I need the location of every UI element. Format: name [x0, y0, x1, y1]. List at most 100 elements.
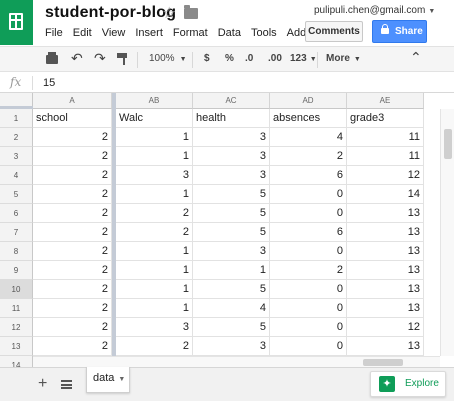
col-header-ae[interactable]: AE: [347, 93, 424, 109]
menu-edit[interactable]: Edit: [73, 27, 92, 39]
menu-view[interactable]: View: [102, 27, 126, 39]
cell-school[interactable]: 2: [33, 242, 112, 261]
cell-school[interactable]: 2: [33, 299, 112, 318]
more-formats-button[interactable]: 123 ▼: [290, 53, 317, 64]
cell-absences[interactable]: 0: [270, 337, 347, 356]
cell-health[interactable]: 3: [193, 128, 270, 147]
explore-button[interactable]: ✦ Explore: [370, 371, 446, 397]
menu-addons[interactable]: Add: [287, 27, 307, 39]
folder-icon[interactable]: [184, 5, 198, 19]
row-header[interactable]: 11: [0, 299, 33, 318]
account-menu[interactable]: pulipuli.chen@gmail.com ▼: [314, 5, 435, 16]
cell-health[interactable]: 5: [193, 280, 270, 299]
cell-grade3[interactable]: 11: [347, 128, 424, 147]
cell-health[interactable]: 1: [193, 261, 270, 280]
formula-input[interactable]: 15: [43, 77, 55, 89]
cell-absences[interactable]: 0: [270, 242, 347, 261]
cell-school[interactable]: 2: [33, 185, 112, 204]
cell-grade3[interactable]: 14: [347, 185, 424, 204]
cell-walc[interactable]: 1: [116, 185, 193, 204]
cell-grade3[interactable]: 13: [347, 242, 424, 261]
cell-health[interactable]: 5: [193, 204, 270, 223]
header-cell-health[interactable]: health: [193, 109, 270, 128]
cell-school[interactable]: 2: [33, 261, 112, 280]
cell-absences[interactable]: 0: [270, 280, 347, 299]
row-header[interactable]: 13: [0, 337, 33, 356]
add-sheet-icon[interactable]: +: [38, 375, 47, 393]
header-cell-absences[interactable]: absences: [270, 109, 347, 128]
horizontal-scrollbar[interactable]: [33, 356, 440, 367]
cell-walc[interactable]: 3: [116, 318, 193, 337]
row-header[interactable]: 6: [0, 204, 33, 223]
cell-walc[interactable]: 1: [116, 147, 193, 166]
all-sheets-icon[interactable]: [61, 380, 72, 389]
cell-absences[interactable]: 0: [270, 204, 347, 223]
row-header[interactable]: 12: [0, 318, 33, 337]
cell-grade3[interactable]: 13: [347, 337, 424, 356]
col-header-ab[interactable]: AB: [116, 93, 193, 109]
vertical-scrollbar[interactable]: [440, 109, 454, 356]
document-title[interactable]: student-por-blog: [45, 4, 176, 22]
horizontal-scroll-thumb[interactable]: [363, 359, 403, 366]
comments-button[interactable]: Comments: [305, 21, 363, 42]
currency-format-button[interactable]: $: [204, 53, 210, 64]
cell-grade3[interactable]: 13: [347, 280, 424, 299]
paint-format-icon[interactable]: [117, 53, 127, 65]
cell-health[interactable]: 3: [193, 242, 270, 261]
cell-absences[interactable]: 6: [270, 166, 347, 185]
menu-tools[interactable]: Tools: [251, 27, 277, 39]
cell-school[interactable]: 2: [33, 318, 112, 337]
row-header[interactable]: 2: [0, 128, 33, 147]
row-header[interactable]: 4: [0, 166, 33, 185]
cell-walc[interactable]: 1: [116, 299, 193, 318]
cell-health[interactable]: 3: [193, 337, 270, 356]
cell-walc[interactable]: 1: [116, 242, 193, 261]
cell-grade3[interactable]: 12: [347, 318, 424, 337]
cell-health[interactable]: 5: [193, 185, 270, 204]
col-header-ad[interactable]: AD: [270, 93, 347, 109]
cell-grade3[interactable]: 12: [347, 166, 424, 185]
header-cell-grade3[interactable]: grade3: [347, 109, 424, 128]
cell-walc[interactable]: 2: [116, 204, 193, 223]
print-icon[interactable]: [46, 52, 58, 64]
cell-school[interactable]: 2: [33, 128, 112, 147]
star-icon[interactable]: ☆: [162, 3, 176, 23]
cell-school[interactable]: 2: [33, 147, 112, 166]
col-header-a[interactable]: A: [33, 93, 112, 109]
cell-absences[interactable]: 0: [270, 299, 347, 318]
cell-health[interactable]: 3: [193, 166, 270, 185]
col-header-ac[interactable]: AC: [193, 93, 270, 109]
row-header[interactable]: 1: [0, 109, 33, 128]
collapse-icon[interactable]: ⌃: [410, 49, 422, 66]
cell-grade3[interactable]: 13: [347, 204, 424, 223]
cell-walc[interactable]: 1: [116, 128, 193, 147]
cell-school[interactable]: 2: [33, 280, 112, 299]
cell-walc[interactable]: 3: [116, 166, 193, 185]
vertical-scroll-thumb[interactable]: [444, 129, 452, 159]
cell-absences[interactable]: 6: [270, 223, 347, 242]
row-header[interactable]: 7: [0, 223, 33, 242]
cell-walc[interactable]: 2: [116, 337, 193, 356]
menu-file[interactable]: File: [45, 27, 63, 39]
header-cell-school[interactable]: school: [33, 109, 112, 128]
zoom-select[interactable]: 100% ▼: [149, 53, 187, 64]
row-header[interactable]: 3: [0, 147, 33, 166]
sheets-logo-icon[interactable]: [0, 0, 33, 45]
row-header[interactable]: 10: [0, 280, 33, 299]
cell-absences[interactable]: 0: [270, 318, 347, 337]
percent-format-button[interactable]: %: [225, 53, 234, 64]
header-cell-walc[interactable]: Walc: [116, 109, 193, 128]
menu-data[interactable]: Data: [218, 27, 241, 39]
row-header[interactable]: 9: [0, 261, 33, 280]
cell-health[interactable]: 5: [193, 223, 270, 242]
cell-absences[interactable]: 4: [270, 128, 347, 147]
cell-school[interactable]: 2: [33, 204, 112, 223]
cell-grade3[interactable]: 13: [347, 223, 424, 242]
cell-health[interactable]: 5: [193, 318, 270, 337]
cell-school[interactable]: 2: [33, 223, 112, 242]
cell-school[interactable]: 2: [33, 337, 112, 356]
decrease-decimal-button[interactable]: .0: [245, 53, 253, 64]
cell-walc[interactable]: 1: [116, 280, 193, 299]
cell-grade3[interactable]: 13: [347, 299, 424, 318]
menu-insert[interactable]: Insert: [135, 27, 163, 39]
